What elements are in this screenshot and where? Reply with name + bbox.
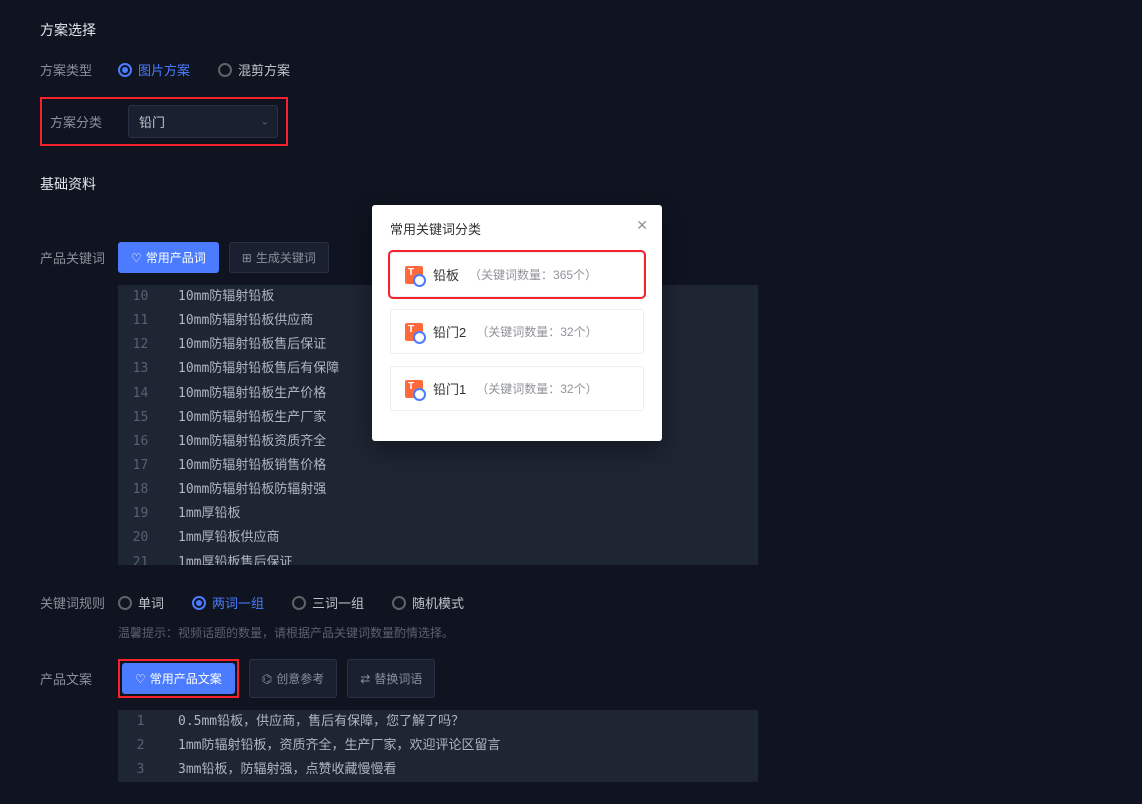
- btn-label: 创意参考: [276, 670, 324, 687]
- radio-label: 单词: [138, 593, 164, 612]
- category-item[interactable]: 铅门1 （关键词数量：32个）: [390, 366, 644, 411]
- radio-dot-icon: [292, 596, 306, 610]
- plan-type-row: 方案类型 图片方案 混剪方案: [40, 60, 1102, 79]
- plan-category-select[interactable]: 铅门 ⌄: [128, 105, 278, 138]
- plan-category-label: 方案分类: [50, 112, 128, 131]
- radio-dot-icon: [118, 596, 132, 610]
- category-name: 铅门1: [433, 379, 466, 398]
- radio-label: 混剪方案: [238, 60, 290, 79]
- radio-rule-random[interactable]: 随机模式: [392, 593, 464, 612]
- list-item[interactable]: 10mm防辐射铅板销售价格: [118, 454, 758, 478]
- category-item[interactable]: 铅板 （关键词数量：365个）: [390, 252, 644, 297]
- btn-label: 生成关键词: [256, 249, 316, 266]
- plus-icon: ⊞: [242, 251, 252, 265]
- select-value: 铅门: [139, 115, 165, 130]
- common-product-copy-button[interactable]: ♡ 常用产品文案: [122, 663, 235, 694]
- list-item[interactable]: 3mm铅板，防辐射强，点赞收藏慢慢看: [118, 758, 758, 782]
- list-item[interactable]: 0.5mm铅板，供应商，售后有保障，您了解了吗？: [118, 710, 758, 734]
- keyword-rule-label: 关键词规则: [40, 593, 118, 612]
- heart-icon: ♡: [131, 251, 142, 265]
- category-count: （关键词数量：32个）: [476, 380, 597, 397]
- radio-image-plan[interactable]: 图片方案: [118, 60, 190, 79]
- btn-label: 常用产品词: [146, 249, 206, 266]
- radio-label: 图片方案: [138, 60, 190, 79]
- section-plan-title: 方案选择: [40, 20, 1102, 40]
- keyword-category-modal: 常用关键词分类 ✕ 铅板 （关键词数量：365个） 铅门2 （关键词数量：32个）…: [372, 205, 662, 441]
- radio-dot-icon: [192, 596, 206, 610]
- radio-rule-single[interactable]: 单词: [118, 593, 164, 612]
- list-item[interactable]: 1mm防辐射铅板，资质齐全，生产厂家，欢迎评论区留言: [118, 734, 758, 758]
- radio-rule-three[interactable]: 三词一组: [292, 593, 364, 612]
- radio-label: 两词一组: [212, 593, 264, 612]
- bulb-icon: ⌬: [262, 672, 272, 686]
- category-count: （关键词数量：365个）: [469, 266, 597, 283]
- radio-rule-two[interactable]: 两词一组: [192, 593, 264, 612]
- heart-icon: ♡: [135, 672, 146, 686]
- generate-keywords-button[interactable]: ⊞ 生成关键词: [229, 242, 329, 273]
- rule-hint: 温馨提示：视频话题的数量，请根据产品关键词数量酌情选择。: [118, 624, 1102, 641]
- modal-title: 常用关键词分类: [390, 219, 644, 238]
- radio-label: 随机模式: [412, 593, 464, 612]
- list-item[interactable]: 1mm厚铅板售后保证: [118, 551, 758, 565]
- section-basic-title: 基础资料: [40, 174, 1102, 194]
- category-name: 铅门2: [433, 322, 466, 341]
- radio-dot-icon: [392, 596, 406, 610]
- list-item[interactable]: 1mm厚铅板: [118, 502, 758, 526]
- plan-category-highlight: 方案分类 铅门 ⌄: [40, 97, 288, 146]
- product-keyword-label: 产品关键词: [40, 248, 118, 267]
- list-item[interactable]: 10mm防辐射铅板防辐射强: [118, 478, 758, 502]
- btn-label: 替换词语: [374, 670, 422, 687]
- replace-words-button[interactable]: ⇄ 替换词语: [347, 659, 435, 698]
- radio-mix-plan[interactable]: 混剪方案: [218, 60, 290, 79]
- plan-type-label: 方案类型: [40, 60, 118, 79]
- copy-list-panel: 0.5mm铅板，供应商，售后有保障，您了解了吗？1mm防辐射铅板，资质齐全，生产…: [118, 710, 758, 782]
- category-icon: [405, 380, 423, 398]
- common-product-words-button[interactable]: ♡ 常用产品词: [118, 242, 219, 273]
- chevron-down-icon: ⌄: [261, 116, 269, 127]
- list-item[interactable]: 1mm厚铅板供应商: [118, 526, 758, 550]
- radio-dot-icon: [218, 63, 232, 77]
- close-icon[interactable]: ✕: [636, 217, 648, 234]
- creative-reference-button[interactable]: ⌬ 创意参考: [249, 659, 338, 698]
- radio-label: 三词一组: [312, 593, 364, 612]
- category-icon: [405, 323, 423, 341]
- category-name: 铅板: [433, 265, 459, 284]
- category-icon: [405, 266, 423, 284]
- product-copy-label: 产品文案: [40, 669, 118, 688]
- swap-icon: ⇄: [360, 672, 370, 686]
- category-item[interactable]: 铅门2 （关键词数量：32个）: [390, 309, 644, 354]
- radio-dot-icon: [118, 63, 132, 77]
- btn-label: 常用产品文案: [150, 670, 222, 687]
- category-count: （关键词数量：32个）: [476, 323, 597, 340]
